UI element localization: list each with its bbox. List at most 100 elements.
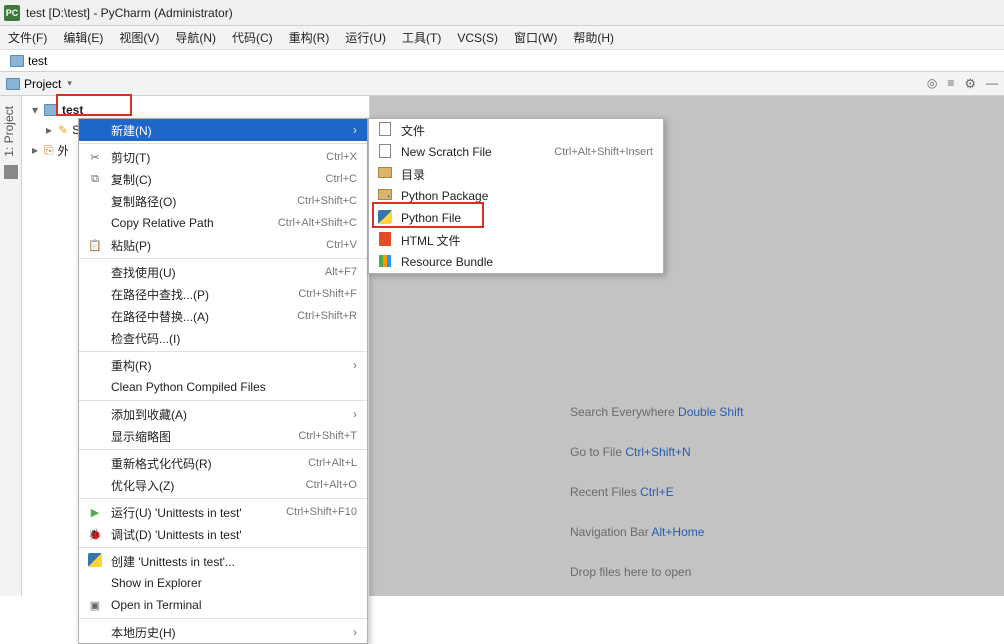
menu-item-shortcut: Ctrl+Alt+L (278, 457, 357, 469)
side-tool-tabs: 1: Project (0, 96, 22, 596)
collapse-icon[interactable]: — (986, 76, 998, 92)
expand-arrow-icon[interactable]: ▾ (30, 103, 40, 117)
context-menu-item[interactable]: Clean Python Compiled Files (79, 376, 367, 398)
submenu-item[interactable]: Resource Bundle (369, 251, 663, 273)
menu-item[interactable]: 帮助(H) (573, 29, 614, 46)
menu-item[interactable]: 工具(T) (402, 29, 441, 46)
menu-separator (79, 547, 367, 548)
titlebar: PC test [D:\test] - PyCharm (Administrat… (0, 0, 1004, 26)
menu-item[interactable]: 重构(R) (289, 29, 330, 46)
submenu-item-icon (377, 210, 393, 227)
menu-item-label: 调试(D) 'Unittests in test' (111, 526, 242, 543)
menu-separator (79, 498, 367, 499)
context-menu-item[interactable]: 复制路径(O)Ctrl+Shift+C (79, 190, 367, 212)
submenu-item[interactable]: 目录 (369, 163, 663, 185)
expand-arrow-icon[interactable]: ▸ (30, 143, 40, 157)
tree-root-row[interactable]: ▾ test (30, 100, 369, 120)
menu-item-label: 运行(U) 'Unittests in test' (111, 504, 242, 521)
editor-hint-line: Search Everywhere Double Shift (570, 392, 743, 432)
submenu-item-label: 目录 (401, 166, 425, 183)
context-menu-item[interactable]: 在路径中查找...(P)Ctrl+Shift+F (79, 283, 367, 305)
submenu-item-icon (377, 189, 393, 203)
menu-item-label: Open in Terminal (111, 598, 202, 612)
submenu-arrow-icon: › (323, 358, 357, 372)
menu-item-shortcut: Alt+F7 (295, 266, 357, 278)
context-menu-item[interactable]: 🐞 调试(D) 'Unittests in test' (79, 523, 367, 545)
menu-item-label: 复制路径(O) (111, 193, 176, 210)
menu-item-icon: 🐞 (87, 528, 103, 541)
submenu-item[interactable]: Python File (369, 207, 663, 229)
context-menu-item[interactable]: 新建(N)› (79, 119, 367, 141)
menu-item-label: 显示缩略图 (111, 428, 171, 445)
context-menu-item[interactable]: Copy Relative PathCtrl+Alt+Shift+C (79, 212, 367, 234)
menu-item[interactable]: 导航(N) (175, 29, 216, 46)
submenu-item[interactable]: Python Package (369, 185, 663, 207)
context-menu-item[interactable]: 重构(R) › (79, 354, 367, 376)
context-menu-item[interactable]: 📋粘贴(P)Ctrl+V (79, 234, 367, 256)
context-menu-item[interactable]: 重新格式化代码(R)Ctrl+Alt+L (79, 452, 367, 474)
menu-item-icon: 📋 (87, 239, 103, 252)
structure-tool-icon[interactable] (4, 165, 18, 179)
menu-item[interactable]: 运行(U) (345, 29, 386, 46)
menubar: 文件(F) 编辑(E) 视图(V) 导航(N) 代码(C) 重构(R) 运行(U) 工具(T)… (0, 26, 1004, 50)
submenu-item-label: HTML 文件 (401, 232, 461, 249)
submenu-item[interactable]: New Scratch FileCtrl+Alt+Shift+Insert (369, 141, 663, 163)
menu-item[interactable]: 文件(F) (8, 29, 47, 46)
new-submenu: 文件New Scratch FileCtrl+Alt+Shift+Insert 目… (368, 118, 664, 274)
context-menu-item[interactable]: 优化导入(Z)Ctrl+Alt+O (79, 474, 367, 496)
menu-item-label: 重构(R) (111, 357, 152, 374)
gear-icon[interactable]: ⚙ (964, 76, 976, 92)
submenu-item-label: Resource Bundle (401, 255, 493, 269)
editor-hint-line: Go to File Ctrl+Shift+N (570, 432, 743, 472)
menu-item[interactable]: 代码(C) (232, 29, 273, 46)
submenu-arrow-icon: › (323, 407, 357, 421)
menu-item[interactable]: VCS(S) (457, 31, 498, 45)
tree-root-name: test (62, 103, 83, 117)
project-pane-title[interactable]: Project (24, 77, 61, 91)
submenu-item-icon (377, 122, 393, 139)
editor-hint-line: Navigation Bar Alt+Home (570, 512, 743, 552)
project-tool-tab[interactable]: 1: Project (0, 102, 18, 161)
context-menu-item[interactable]: ⧉复制(C)Ctrl+C (79, 168, 367, 190)
menu-item-label: 粘贴(P) (111, 237, 151, 254)
menu-item-icon: ⧉ (87, 173, 103, 186)
autoscroll-icon[interactable]: ◎ (927, 76, 937, 92)
context-menu-item[interactable]: ▣Open in Terminal (79, 594, 367, 616)
menu-item-label: 剪切(T) (111, 149, 150, 166)
submenu-item-icon (377, 232, 393, 249)
menu-item[interactable]: 编辑(E) (63, 29, 103, 46)
submenu-item-label: Python Package (401, 189, 488, 203)
context-menu-item[interactable]: 在路径中替换...(A)Ctrl+Shift+R (79, 305, 367, 327)
context-menu-item[interactable]: 本地历史(H)› (79, 621, 367, 643)
context-menu-item[interactable]: 显示缩略图Ctrl+Shift+T (79, 425, 367, 447)
context-menu-item[interactable]: Show in Explorer (79, 572, 367, 594)
context-menu-item[interactable]: 检查代码...(I) (79, 327, 367, 349)
menu-item-label: 查找使用(U) (111, 264, 176, 281)
context-menu-item[interactable]: 创建 'Unittests in test'... (79, 550, 367, 572)
breadcrumb[interactable]: test (0, 50, 1004, 72)
menu-item-shortcut: Ctrl+Alt+O (276, 479, 357, 491)
chevron-down-icon[interactable]: ▾ (67, 78, 72, 89)
breadcrumb-text: test (28, 54, 47, 68)
context-menu-item[interactable]: ✂剪切(T)Ctrl+X (79, 146, 367, 168)
context-menu-item[interactable]: 添加到收藏(A) › (79, 403, 367, 425)
menu-item-label: 添加到收藏(A) (111, 406, 187, 423)
menu-item-shortcut: Ctrl+C (296, 173, 357, 185)
submenu-item[interactable]: 文件 (369, 119, 663, 141)
project-toolstrip: Project ▾ ◎ ≡ ⚙ — (0, 72, 1004, 96)
filter-icon[interactable]: ≡ (947, 76, 954, 92)
menu-separator (79, 258, 367, 259)
submenu-item-icon (377, 144, 393, 161)
menu-item-shortcut: Ctrl+Shift+F10 (256, 506, 357, 518)
menu-item-label: Show in Explorer (111, 576, 202, 590)
context-menu-item[interactable]: 查找使用(U) Alt+F7 (79, 261, 367, 283)
menu-item[interactable]: 窗口(W) (514, 29, 557, 46)
submenu-item[interactable]: HTML 文件 (369, 229, 663, 251)
context-menu-item[interactable]: ▶运行(U) 'Unittests in test'Ctrl+Shift+F10 (79, 501, 367, 523)
menu-item[interactable]: 视图(V) (119, 29, 159, 46)
submenu-arrow-icon: › (323, 625, 357, 639)
expand-arrow-icon[interactable]: ▸ (44, 123, 54, 137)
menu-item-label: 创建 'Unittests in test'... (111, 553, 235, 570)
external-libs-icon: ⎘ (44, 143, 54, 158)
folder-icon (10, 55, 24, 67)
